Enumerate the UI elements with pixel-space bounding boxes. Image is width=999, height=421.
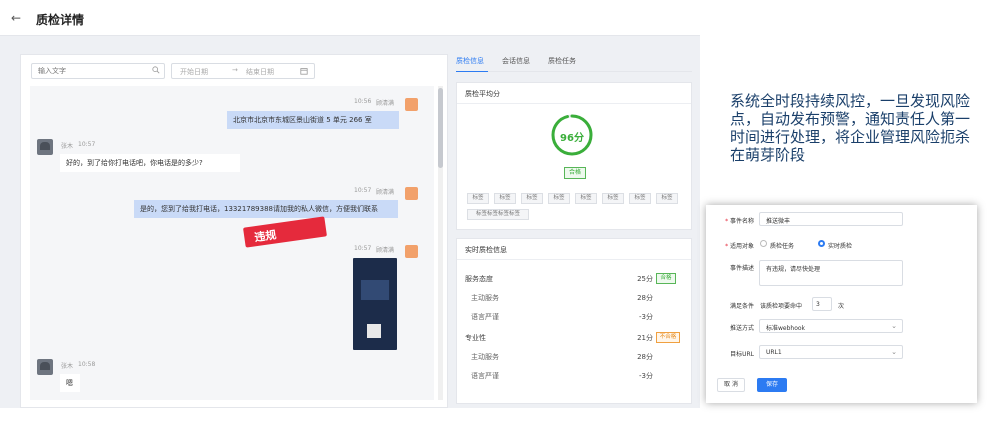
cancel-button[interactable]: 取 消	[717, 378, 745, 392]
qc-detail-window: ← 质检详情 开始日期 → 结束日期 10:56 顾清满 北京市北京市东城区景山…	[0, 0, 700, 408]
tag[interactable]: 标签	[602, 193, 624, 204]
divider	[457, 259, 691, 260]
tag[interactable]: 标签	[548, 193, 570, 204]
message-bubble: 是的，您到了给我打电话，13321789388请加我的私人微信，方便我们联系	[134, 200, 398, 218]
agent-avatar	[405, 245, 418, 258]
message-time: 10:57	[354, 187, 372, 194]
condition-label: 满足条件	[729, 303, 754, 310]
message-time: 10:57	[78, 141, 96, 148]
scrollbar-thumb[interactable]	[438, 88, 443, 168]
active-tab-indicator	[456, 71, 488, 72]
top-bar: ← 质检详情	[0, 0, 700, 36]
qc-item-name: 语言严谨	[471, 313, 499, 321]
qc-item-score: -3分	[639, 372, 653, 380]
message-sender: 顾清满	[376, 100, 395, 107]
message-time: 10:58	[78, 361, 96, 368]
message-sender: 顾清满	[376, 247, 395, 254]
url-label: 目标URL	[730, 351, 754, 358]
target-label: * 适用对象	[725, 243, 754, 250]
card-title: 实时质检信息	[465, 246, 507, 254]
radio-qc-task[interactable]	[760, 240, 767, 247]
image-message[interactable]	[353, 258, 397, 350]
chat-scrollbar[interactable]	[438, 86, 443, 400]
tag[interactable]: 标签	[521, 193, 543, 204]
event-name-field[interactable]: 推送微丰	[759, 212, 903, 226]
customer-avatar	[37, 139, 53, 155]
status-badge: 合格	[564, 167, 586, 179]
url-select[interactable]: URL1 ⌄	[759, 345, 903, 359]
condition-suffix: 次	[838, 303, 845, 310]
agent-avatar	[405, 187, 418, 200]
radio-label: 实时质检	[828, 243, 853, 250]
message-bubble: 好的，到了给你打电话吧，你电话是的多少?	[60, 154, 240, 172]
qc-item-name: 主动服务	[471, 353, 499, 361]
agent-avatar	[405, 98, 418, 111]
condition-prefix: 该质检项要命中	[760, 303, 803, 310]
qc-item-score: -3分	[639, 313, 653, 321]
tag[interactable]: 标签	[494, 193, 516, 204]
qc-item-name: 主动服务	[471, 294, 499, 302]
event-name-label: * 事件名称	[725, 218, 754, 225]
divider	[457, 103, 691, 104]
qc-item-score: 28分	[637, 353, 653, 361]
alert-config-dialog: * 事件名称 推送微丰 * 适用对象 质检任务 实时质检 事件描述 有违规，请尽…	[706, 205, 977, 403]
desc-label: 事件描述	[729, 265, 754, 272]
qc-group-name: 服务态度	[465, 275, 493, 283]
chevron-down-icon: ⌄	[891, 348, 897, 356]
push-method-value: 标准webhook	[766, 325, 806, 332]
event-description-field[interactable]: 有违规，请尽快处理	[759, 260, 903, 286]
detail-tabs: 质检信息 会话信息 质检任务	[456, 52, 692, 72]
qc-group-score: 25分	[637, 275, 653, 283]
message-bubble: 嗯	[60, 374, 80, 392]
tag[interactable]: 标签标签标签标签	[467, 209, 529, 220]
tab-qc-task[interactable]: 质检任务	[548, 56, 576, 66]
arrow-left-icon[interactable]: ←	[11, 11, 21, 25]
condition-count-stepper[interactable]: 3	[812, 297, 832, 311]
status-badge: 不合格	[656, 332, 680, 343]
radio-realtime-qc[interactable]	[818, 240, 825, 247]
chat-message-area: 10:56 顾清满 北京市北京市东城区景山街道 5 单元 266 室 张木 10…	[20, 54, 448, 408]
customer-avatar	[37, 359, 53, 375]
feature-caption: 系统全时段持续风控，一旦发现风险点，自动发布预警，通知责任人第一时间进行处理，将…	[730, 92, 971, 164]
message-bubble: 北京市北京市东城区景山街道 5 单元 266 室	[227, 111, 399, 129]
tab-session-info[interactable]: 会话信息	[502, 56, 530, 66]
qc-group-score: 21分	[637, 334, 653, 342]
card-title: 质检平均分	[465, 90, 500, 98]
realtime-qc-card: 实时质检信息 服务态度 25分 合格 主动服务 28分 语言严谨 -3分 专业性…	[456, 238, 692, 404]
save-button[interactable]: 保存	[757, 378, 787, 392]
chevron-down-icon: ⌄	[891, 322, 897, 330]
message-sender: 张木	[61, 143, 74, 150]
message-sender: 顾清满	[376, 189, 395, 196]
radio-label: 质检任务	[770, 243, 795, 250]
url-value: URL1	[766, 349, 782, 356]
tag[interactable]: 标签	[467, 193, 489, 204]
message-sender: 张木	[61, 363, 74, 370]
status-badge: 合格	[656, 273, 676, 284]
tab-qc-info[interactable]: 质检信息	[456, 56, 484, 66]
message-time: 10:56	[354, 98, 372, 105]
push-method-select[interactable]: 标准webhook ⌄	[759, 319, 903, 333]
push-method-label: 推送方式	[729, 325, 754, 332]
tag[interactable]: 标签	[629, 193, 651, 204]
page-title: 质检详情	[36, 13, 85, 27]
message-time: 10:57	[354, 245, 372, 252]
qc-group-name: 专业性	[465, 334, 486, 342]
tag[interactable]: 标签	[575, 193, 597, 204]
qc-item-name: 语言严谨	[471, 372, 499, 380]
score-card: 质检平均分 96分 合格 标签 标签 标签 标签 标签 标签 标签 标签 标签标…	[456, 82, 692, 230]
average-score: 96分	[560, 133, 584, 144]
tag[interactable]: 标签	[656, 193, 678, 204]
qc-item-score: 28分	[637, 294, 653, 302]
